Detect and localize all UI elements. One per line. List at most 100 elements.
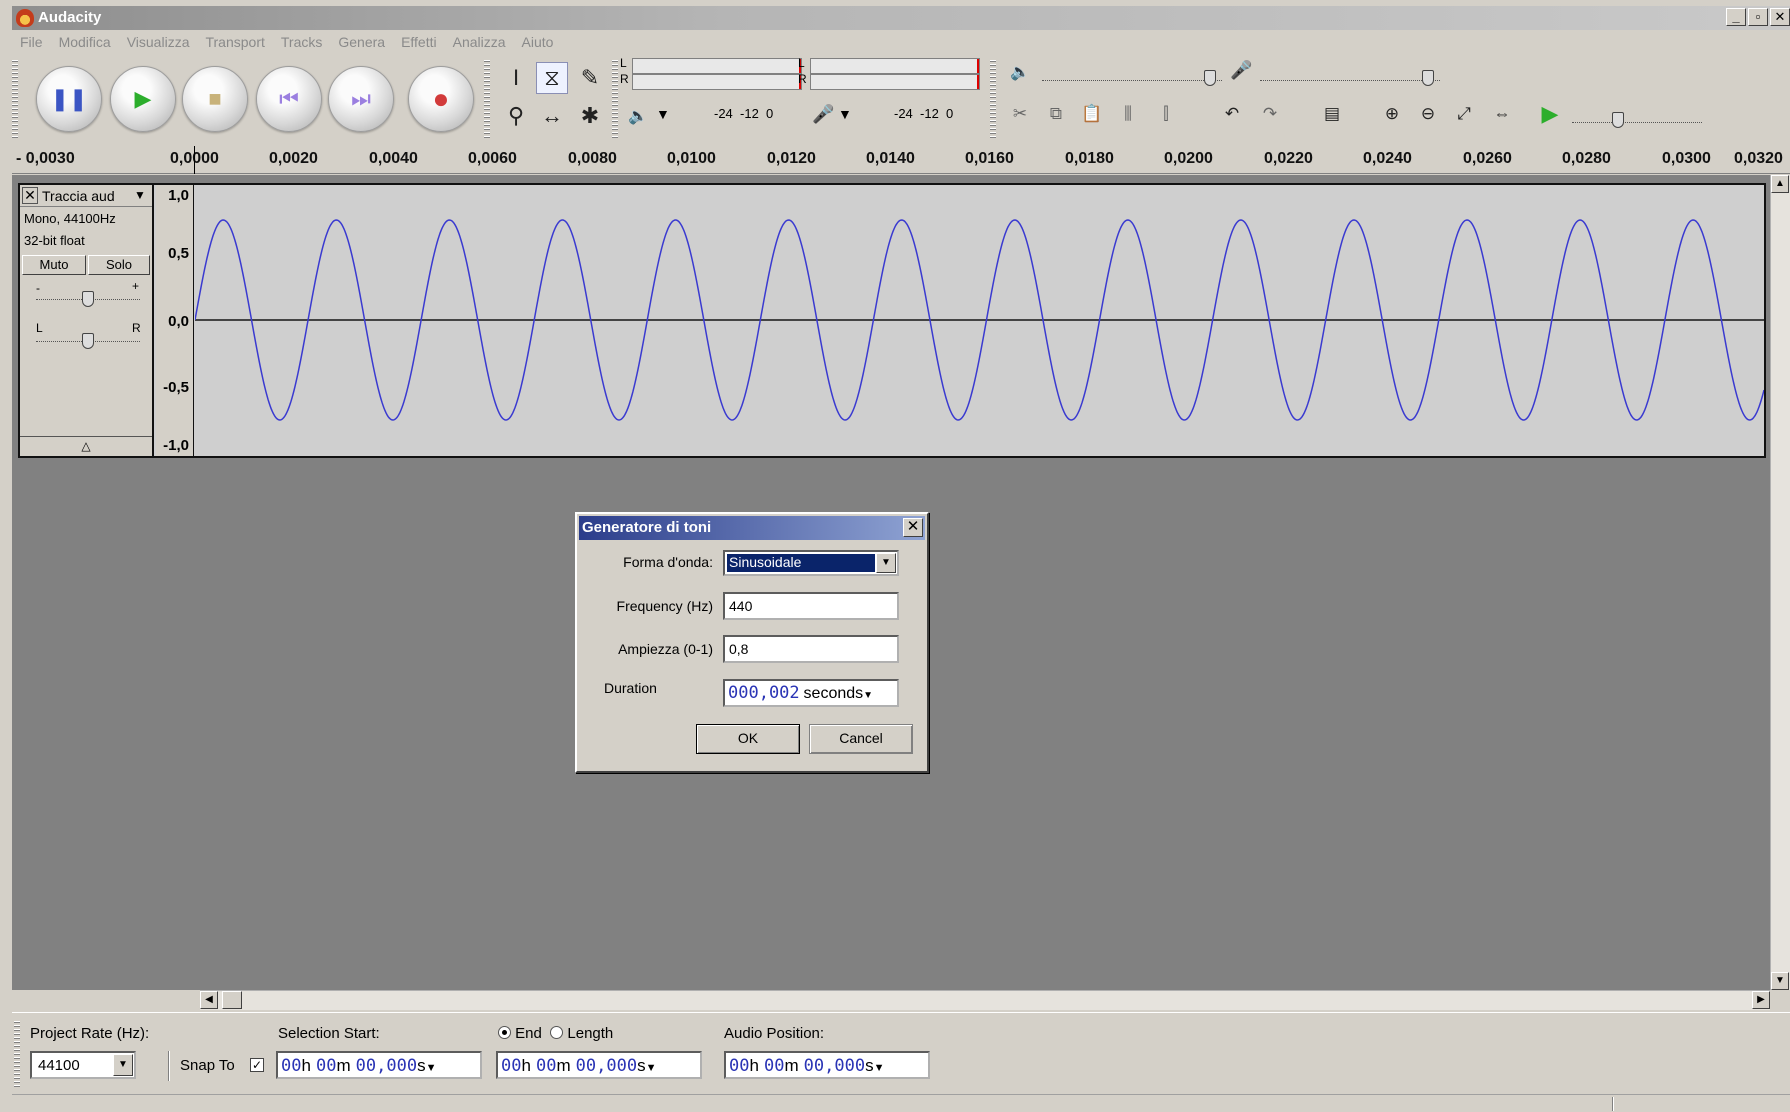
time-format-dropdown-icon[interactable]: ▼ xyxy=(426,1062,437,1074)
audio-position-time[interactable]: 00h 00m 00,000s▼ xyxy=(724,1051,930,1079)
restore-button[interactable]: ▫ xyxy=(1748,8,1768,26)
envelope-tool-icon[interactable]: ⧖ xyxy=(536,62,568,94)
scroll-up-icon[interactable]: ▲ xyxy=(1771,175,1789,193)
frequency-input[interactable]: 440 xyxy=(723,592,899,620)
menu-effetti[interactable]: Effetti xyxy=(393,32,445,54)
multi-tool-icon[interactable]: ✱ xyxy=(574,100,606,132)
zoom-tool-icon[interactable]: ⚲ xyxy=(500,100,532,132)
track-menu-dropdown-icon[interactable]: ▼ xyxy=(134,188,146,202)
project-rate-dropdown-icon[interactable]: ▼ xyxy=(113,1054,133,1076)
trim-icon[interactable]: ⫼ xyxy=(1114,100,1142,128)
scroll-right-icon[interactable]: ▶ xyxy=(1752,991,1770,1009)
horizontal-scrollbar[interactable]: ◀ ▶ xyxy=(200,990,1770,1010)
ok-button[interactable]: OK xyxy=(696,724,800,754)
dialog-close-icon[interactable]: ✕ xyxy=(903,518,923,537)
play-speed-slider[interactable] xyxy=(1572,122,1702,124)
dialog-title-bar[interactable]: Generatore di toni ✕ xyxy=(579,516,925,540)
time-format-dropdown-icon[interactable]: ▼ xyxy=(646,1062,657,1074)
play-speed-thumb[interactable] xyxy=(1612,112,1624,128)
menu-genera[interactable]: Genera xyxy=(330,32,393,54)
fit-project-icon[interactable]: ⇔ xyxy=(1488,100,1516,128)
duration-format-dropdown-icon[interactable]: ▼ xyxy=(863,690,873,701)
amplitude-input[interactable]: 0,8 xyxy=(723,635,899,663)
vertical-scrollbar[interactable]: ▲ ▼ xyxy=(1770,175,1790,990)
audio-track[interactable]: ✕ Traccia aud ▼ Mono, 44100Hz 32-bit flo… xyxy=(18,183,1766,458)
solo-button[interactable]: Solo xyxy=(88,255,150,275)
cancel-button[interactable]: Cancel xyxy=(809,724,913,754)
output-volume-thumb[interactable] xyxy=(1204,70,1216,86)
snap-to-checkbox[interactable]: ✓ xyxy=(250,1058,264,1072)
waveform-dropdown-icon[interactable]: ▼ xyxy=(876,553,896,573)
toolbar-grip[interactable] xyxy=(12,60,18,140)
selection-start-time[interactable]: 00h 00m 00,000s▼ xyxy=(276,1051,482,1079)
menu-modifica[interactable]: Modifica xyxy=(51,32,119,54)
end-radio[interactable] xyxy=(498,1026,511,1039)
input-volume-slider[interactable] xyxy=(1260,80,1440,82)
menu-visualizza[interactable]: Visualizza xyxy=(119,32,198,54)
rec-meter-dropdown-icon[interactable]: ▼ xyxy=(838,106,852,122)
silence-icon[interactable]: ⫿ xyxy=(1152,100,1180,128)
input-volume-icon: 🎤 xyxy=(1230,60,1253,80)
scroll-left-icon[interactable]: ◀ xyxy=(200,991,218,1009)
menu-file[interactable]: File xyxy=(12,32,51,54)
track-name[interactable]: Traccia aud xyxy=(42,188,115,204)
duration-input[interactable]: 000,002 seconds▼ xyxy=(723,679,899,707)
rec-meter-right[interactable] xyxy=(810,74,980,90)
skip-start-button[interactable]: ⏮ xyxy=(256,66,322,132)
mute-button[interactable]: Muto xyxy=(22,255,86,275)
length-radio[interactable] xyxy=(550,1026,564,1039)
gain-thumb[interactable] xyxy=(82,291,94,307)
toolbar-grip[interactable] xyxy=(484,60,490,140)
paste-icon[interactable]: 📋 xyxy=(1078,100,1106,128)
menu-analizza[interactable]: Analizza xyxy=(445,32,514,54)
waveform-select[interactable]: Sinusoidale ▼ xyxy=(723,550,899,576)
toolbar-grip[interactable] xyxy=(990,60,996,140)
pause-button[interactable]: ❚❚ xyxy=(36,66,102,132)
zoom-out-icon[interactable]: ⊖ xyxy=(1414,100,1442,128)
scroll-down-icon[interactable]: ▼ xyxy=(1771,972,1789,990)
time-shift-tool-icon[interactable]: ↔ xyxy=(536,100,568,132)
redo-icon[interactable]: ↷ xyxy=(1256,100,1284,128)
length-label: Length xyxy=(567,1025,614,1042)
sync-lock-icon[interactable]: ▤ xyxy=(1318,100,1346,128)
pan-thumb[interactable] xyxy=(82,333,94,349)
play-button[interactable]: ▶ xyxy=(110,66,176,132)
timeline-ruler[interactable]: - 0,0030 0,0000 0,0020 0,0040 0,0060 0,0… xyxy=(12,146,1790,174)
copy-icon[interactable]: ⧉ xyxy=(1042,100,1070,128)
toolbar-grip[interactable] xyxy=(14,1021,20,1087)
toolbar-grip[interactable] xyxy=(612,60,618,140)
menu-tracks[interactable]: Tracks xyxy=(273,32,330,54)
fit-selection-icon[interactable]: ⤢ xyxy=(1450,100,1478,128)
time-format-dropdown-icon[interactable]: ▼ xyxy=(874,1062,885,1074)
waveform-display[interactable] xyxy=(195,185,1764,456)
play-meter-right[interactable] xyxy=(632,74,802,90)
play-meter-left[interactable] xyxy=(632,58,802,74)
track-close-icon[interactable]: ✕ xyxy=(22,187,38,204)
draw-tool-icon[interactable]: ✎ xyxy=(574,62,606,94)
collapse-track-icon[interactable]: △ xyxy=(20,436,152,456)
status-bar xyxy=(12,1094,1790,1112)
play-meter-dropdown-icon[interactable]: ▼ xyxy=(656,106,670,122)
play-at-speed-icon[interactable]: ▶ xyxy=(1536,100,1564,128)
gain-minus-label: - xyxy=(36,281,40,295)
selection-end-time[interactable]: 00h 00m 00,000s▼ xyxy=(496,1051,702,1079)
duration-digits: 000,002 xyxy=(728,683,800,703)
menu-aiuto[interactable]: Aiuto xyxy=(514,32,562,54)
output-volume-slider[interactable] xyxy=(1042,80,1222,82)
zoom-in-icon[interactable]: ⊕ xyxy=(1378,100,1406,128)
skip-end-button[interactable]: ⏭ xyxy=(328,66,394,132)
snap-to-label: Snap To xyxy=(180,1057,235,1074)
stop-button[interactable]: ■ xyxy=(182,66,248,132)
undo-icon[interactable]: ↶ xyxy=(1218,100,1246,128)
cut-icon[interactable]: ✂ xyxy=(1006,100,1034,128)
rec-meter-left[interactable] xyxy=(810,58,980,74)
selection-tool-icon[interactable]: I xyxy=(500,62,532,94)
input-volume-thumb[interactable] xyxy=(1422,70,1434,86)
close-window-button[interactable]: ✕ xyxy=(1770,8,1790,26)
horizontal-scroll-thumb[interactable] xyxy=(222,991,242,1009)
track-name-bar[interactable]: ✕ Traccia aud ▼ xyxy=(20,185,152,207)
minimize-button[interactable]: _ xyxy=(1726,8,1746,26)
project-rate-select[interactable]: 44100 ▼ xyxy=(30,1051,136,1079)
record-button[interactable]: ● xyxy=(408,66,474,132)
menu-transport[interactable]: Transport xyxy=(197,32,272,54)
